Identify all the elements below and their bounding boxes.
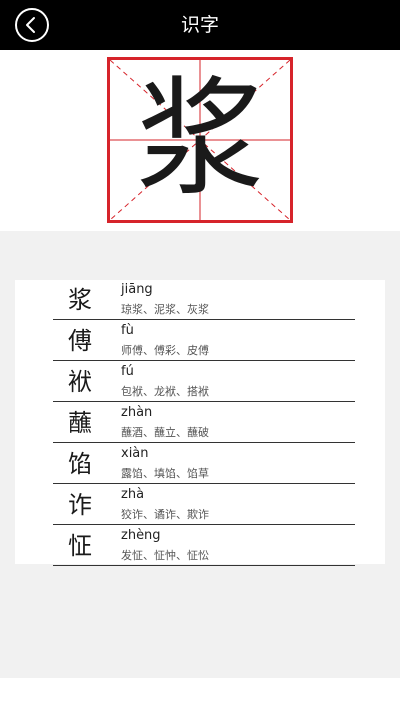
row-divider bbox=[53, 360, 355, 361]
item-words: 包袱、龙袱、搭袱 bbox=[121, 385, 209, 398]
item-pinyin: zhèng bbox=[121, 528, 161, 543]
list-item[interactable]: 蘸 zhàn 蘸酒、蘸立、蘸破 bbox=[15, 403, 385, 443]
item-pinyin: xiàn bbox=[121, 446, 149, 461]
list-item[interactable]: 怔 zhèng 发怔、怔忡、怔忪 bbox=[15, 526, 385, 566]
item-words: 琼浆、泥浆、灰浆 bbox=[121, 303, 209, 316]
item-character: 蘸 bbox=[68, 409, 92, 437]
writing-grid: 浆 bbox=[107, 57, 293, 223]
item-pinyin: jiāng bbox=[121, 282, 153, 297]
row-divider bbox=[53, 319, 355, 320]
item-words: 露馅、填馅、馅草 bbox=[121, 467, 209, 480]
list-item[interactable]: 傅 fù 师傅、傅彩、皮傅 bbox=[15, 321, 385, 361]
row-divider bbox=[53, 401, 355, 402]
row-divider bbox=[53, 565, 355, 566]
item-character: 傅 bbox=[68, 327, 92, 355]
row-divider bbox=[53, 483, 355, 484]
item-character: 诈 bbox=[68, 491, 92, 519]
list-item[interactable]: 馅 xiàn 露馅、填馅、馅草 bbox=[15, 444, 385, 484]
item-character: 袱 bbox=[68, 368, 92, 396]
character-list: 浆 jiāng 琼浆、泥浆、灰浆 傅 fù 师傅、傅彩、皮傅 袱 fú 包袱、龙… bbox=[15, 280, 385, 566]
row-divider bbox=[53, 442, 355, 443]
item-words: 发怔、怔忡、怔忪 bbox=[121, 549, 209, 562]
list-item[interactable]: 袱 fú 包袱、龙袱、搭袱 bbox=[15, 362, 385, 402]
item-character: 浆 bbox=[68, 286, 92, 314]
item-pinyin: zhàn bbox=[121, 405, 153, 420]
top-bar: 识字 bbox=[0, 0, 400, 50]
item-words: 狡诈、谲诈、欺诈 bbox=[121, 508, 209, 521]
list-item[interactable]: 浆 jiāng 琼浆、泥浆、灰浆 bbox=[15, 280, 385, 320]
row-divider bbox=[53, 524, 355, 525]
character-display: 浆 bbox=[0, 50, 400, 231]
list-item[interactable]: 诈 zhà 狡诈、谲诈、欺诈 bbox=[15, 485, 385, 525]
featured-character: 浆 bbox=[135, 65, 264, 214]
item-pinyin: fù bbox=[121, 323, 134, 338]
item-pinyin: zhà bbox=[121, 487, 145, 502]
item-words: 师傅、傅彩、皮傅 bbox=[121, 344, 209, 357]
item-character: 怔 bbox=[68, 532, 92, 560]
page-title: 识字 bbox=[180, 14, 219, 36]
item-pinyin: fú bbox=[121, 364, 134, 379]
list-area: 浆 jiāng 琼浆、泥浆、灰浆 傅 fù 师傅、傅彩、皮傅 袱 fú 包袱、龙… bbox=[0, 231, 400, 678]
item-character: 馅 bbox=[68, 450, 92, 478]
item-words: 蘸酒、蘸立、蘸破 bbox=[121, 426, 209, 439]
bottom-area bbox=[0, 678, 400, 711]
